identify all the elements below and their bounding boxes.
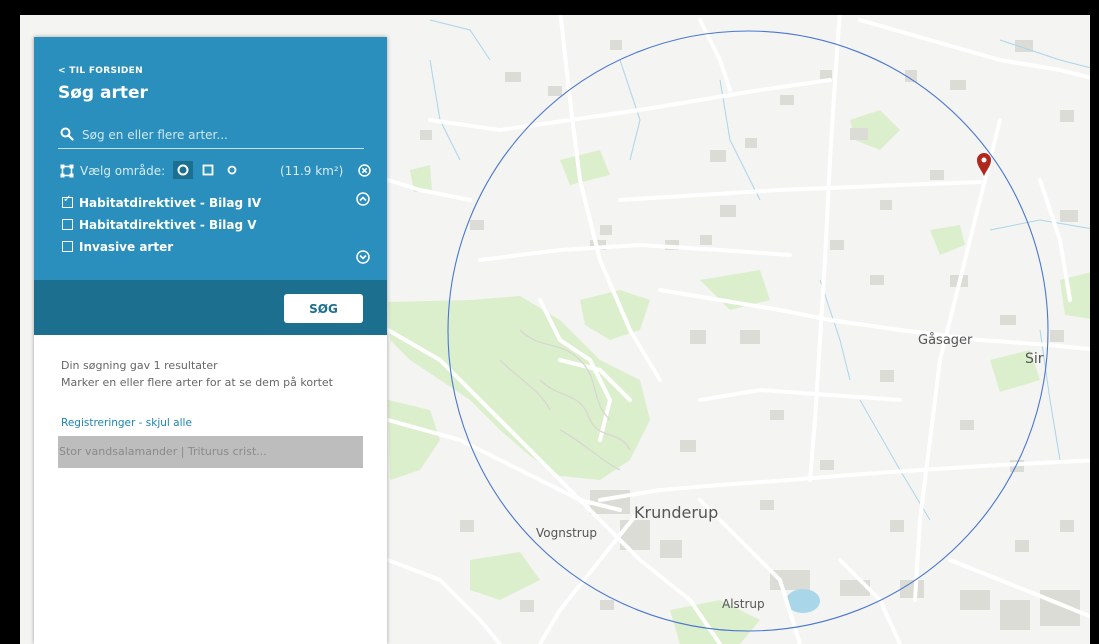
search-button[interactable]: SØG [284, 294, 363, 323]
checkbox-checked-icon[interactable]: ✓ [62, 195, 73, 208]
search-icon [60, 127, 74, 141]
checkbox-unchecked-icon[interactable] [62, 219, 73, 230]
search-panel-header: < TIL FORSIDEN Søg arter Vælg område: [34, 37, 387, 280]
checkbox-label: Habitatdirektivet - Bilag IV [79, 196, 262, 210]
result-hint-text: Marker en eller flere arter for at se de… [61, 376, 333, 389]
place-label-sir: Sir [1025, 351, 1044, 367]
scroll-down-icon[interactable] [356, 250, 370, 264]
area-size: (11.9 km²) [280, 164, 344, 178]
species-search-row [58, 123, 364, 149]
checkbox-habitat-bilag-iv[interactable]: ✓ Habitatdirektivet - Bilag IV [62, 195, 262, 210]
area-selector-row: Vælg område: (11.9 km²) [58, 160, 378, 182]
checkbox-label: Habitatdirektivet - Bilag V [79, 218, 257, 232]
place-label-alstrup: Alstrup [722, 597, 765, 611]
scroll-up-icon[interactable] [356, 192, 370, 206]
species-result-item[interactable]: Stor vandsalamander | Triturus crist... [58, 436, 363, 468]
area-label: Vælg område: [80, 164, 166, 178]
circle-shape-button[interactable] [173, 161, 193, 179]
checkbox-label: Invasive arter [79, 240, 174, 254]
species-search-input[interactable] [80, 124, 364, 146]
species-result-label: Stor vandsalamander | Triturus crist... [59, 445, 267, 458]
result-count-text: Din søgning gav 1 resultater [61, 359, 218, 372]
place-label-vognstrup: Vognstrup [536, 526, 597, 540]
place-label-gasager: Gåsager [918, 333, 973, 348]
circle-outline-shape-button[interactable] [222, 161, 242, 179]
area-select-icon [60, 164, 74, 178]
place-label-krunderup: Krunderup [634, 503, 718, 522]
search-panel: < TIL FORSIDEN Søg arter Vælg område: [34, 37, 387, 644]
clear-area-icon[interactable] [358, 164, 371, 177]
back-to-frontpage-link[interactable]: < TIL FORSIDEN [58, 66, 143, 76]
checkbox-habitat-bilag-v[interactable]: Habitatdirektivet - Bilag V [62, 218, 257, 232]
registrations-hide-all-link[interactable]: Registreringer - skjul alle [61, 417, 192, 429]
square-shape-button[interactable] [198, 161, 218, 179]
page-title: Søg arter [58, 83, 148, 103]
checkbox-invasive-arter[interactable]: Invasive arter [62, 240, 173, 254]
checkbox-unchecked-icon[interactable] [62, 241, 73, 252]
